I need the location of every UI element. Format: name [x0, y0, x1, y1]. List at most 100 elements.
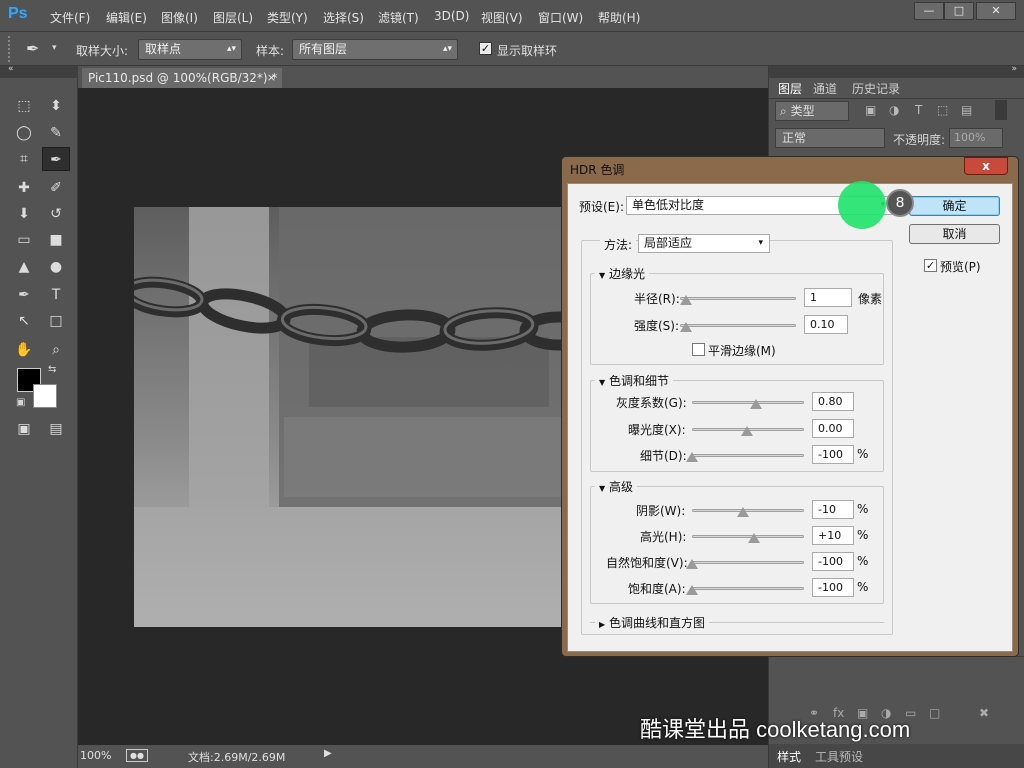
menu-layer[interactable]: 图层(L)	[213, 9, 253, 26]
menu-image[interactable]: 图像(I)	[161, 9, 198, 26]
new-layer-icon[interactable]: □	[929, 706, 940, 720]
sample-size-select[interactable]: 取样点 ▴▾	[138, 39, 242, 60]
smooth-edges-checkbox[interactable]	[692, 343, 705, 356]
rectangle-icon[interactable]: □	[42, 309, 70, 333]
crop-icon[interactable]: ⌗	[10, 147, 38, 171]
expand-icon[interactable]: »	[1011, 64, 1017, 74]
tab-styles[interactable]: 样式	[777, 748, 801, 765]
strength-slider[interactable]	[680, 324, 796, 327]
sample-select[interactable]: 所有图层 ▴▾	[292, 39, 458, 60]
brush-icon[interactable]: ✐	[42, 176, 70, 200]
status-menu-arrow-icon[interactable]: ▶	[324, 748, 332, 759]
healing-brush-icon[interactable]: ✚	[10, 176, 38, 200]
eyedropper-tool-icon[interactable]: ✒	[42, 147, 70, 171]
screen-mode-icon[interactable]: ▤	[42, 417, 70, 441]
ok-button[interactable]: 确定	[909, 196, 1000, 216]
window-close-button[interactable]: ✕	[976, 2, 1016, 20]
gamma-input[interactable]: 0.80	[812, 392, 854, 411]
menu-select[interactable]: 选择(S)	[323, 9, 364, 26]
exposure-input[interactable]: 0.00	[812, 419, 854, 438]
grip-handle[interactable]	[8, 36, 20, 62]
dialog-titlebar[interactable]: HDR 色调	[562, 157, 1018, 183]
dodge-icon[interactable]: ●	[42, 255, 70, 279]
eraser-icon[interactable]: ▭	[10, 228, 38, 252]
gradient-icon[interactable]: ■	[42, 228, 70, 252]
blur-icon[interactable]: ▲	[10, 255, 38, 279]
collapse-icon[interactable]: «	[8, 64, 14, 74]
dialog-close-button[interactable]: x	[964, 157, 1008, 175]
saturation-slider[interactable]	[692, 587, 804, 590]
background-color-swatch[interactable]	[33, 384, 57, 408]
menu-type[interactable]: 类型(Y)	[267, 9, 308, 26]
gamma-slider[interactable]	[692, 401, 804, 404]
edge-glow-title[interactable]: ▼ 边缘光	[595, 265, 649, 282]
clone-stamp-icon[interactable]: ⬇	[10, 202, 38, 226]
maximize-button[interactable]: □	[944, 2, 974, 20]
swap-colors-icon[interactable]: ⇆	[48, 364, 56, 375]
exposure-slider-thumb[interactable]	[741, 426, 753, 436]
filter-smart-object-icon[interactable]: ▤	[961, 103, 972, 117]
blend-mode-select[interactable]: 正常	[775, 128, 885, 148]
filter-toggle-icon[interactable]	[995, 100, 1007, 120]
opacity-input[interactable]: 100%	[949, 128, 1003, 148]
detail-slider-thumb[interactable]	[686, 452, 698, 462]
menu-3d[interactable]: 3D(D)	[434, 9, 469, 23]
marquee-icon[interactable]: ⬚	[10, 94, 38, 118]
highlight-input[interactable]: +10	[812, 526, 854, 545]
radius-slider[interactable]	[680, 297, 796, 300]
menu-file[interactable]: 文件(F)	[50, 9, 90, 26]
tab-channels[interactable]: 通道	[813, 80, 837, 98]
vibrance-input[interactable]: -100	[812, 552, 854, 571]
tab-history[interactable]: 历史记录	[852, 80, 900, 98]
eyedropper-icon[interactable]: ✒	[26, 39, 39, 58]
layer-filter-select[interactable]: ⌕ 类型	[775, 101, 849, 121]
delete-layer-icon[interactable]: ✖	[979, 706, 989, 720]
radius-input[interactable]: 1	[804, 288, 852, 307]
vibrance-slider[interactable]	[692, 561, 804, 564]
radius-slider-thumb[interactable]	[680, 295, 692, 305]
menu-help[interactable]: 帮助(H)	[598, 9, 640, 26]
tab-close-icon[interactable]: ×	[267, 68, 276, 88]
highlight-slider-thumb[interactable]	[748, 533, 760, 543]
filter-pixel-icon[interactable]: ▣	[865, 103, 876, 117]
path-select-icon[interactable]: ↖	[10, 309, 38, 333]
type-icon[interactable]: T	[42, 283, 70, 307]
shadow-slider-thumb[interactable]	[737, 507, 749, 517]
cancel-button[interactable]: 取消	[909, 224, 1000, 244]
filter-shape-icon[interactable]: ⬚	[937, 103, 948, 117]
filter-adjustment-icon[interactable]: ◑	[889, 103, 899, 117]
curve-section-title[interactable]: ▶ 色调曲线和直方图	[595, 614, 709, 631]
detail-slider[interactable]	[692, 454, 804, 457]
gamma-slider-thumb[interactable]	[750, 399, 762, 409]
preview-checkbox[interactable]: ✓	[924, 259, 937, 272]
shadow-input[interactable]: -10	[812, 500, 854, 519]
advanced-title[interactable]: ▼ 高级	[595, 478, 637, 495]
menu-filter[interactable]: 滤镜(T)	[378, 9, 419, 26]
zoom-level[interactable]: 100%	[80, 749, 111, 762]
move-icon[interactable]: ⬍	[42, 94, 70, 118]
tab-tool-presets[interactable]: 工具预设	[815, 748, 863, 765]
tool-preset-chevron-icon[interactable]: ▾	[52, 43, 57, 53]
minimize-button[interactable]: —	[914, 2, 944, 20]
document-tab[interactable]: Pic110.psd @ 100%(RGB/32*) * ×	[82, 68, 282, 88]
saturation-slider-thumb[interactable]	[686, 585, 698, 595]
menu-window[interactable]: 窗口(W)	[538, 9, 583, 26]
tone-detail-title[interactable]: ▼ 色调和细节	[595, 372, 673, 389]
filter-type-icon[interactable]: T	[915, 103, 922, 117]
menu-view[interactable]: 视图(V)	[481, 9, 523, 26]
method-select[interactable]: 局部适应 ▾	[638, 234, 770, 253]
hand-icon[interactable]: ✋	[10, 338, 38, 362]
pen-icon[interactable]: ✒	[10, 283, 38, 307]
menu-edit[interactable]: 编辑(E)	[106, 9, 147, 26]
tab-layers[interactable]: 图层	[775, 80, 806, 98]
quick-mask-icon[interactable]: ▣	[10, 417, 38, 441]
strength-slider-thumb[interactable]	[680, 322, 692, 332]
lasso-icon[interactable]: ◯	[10, 121, 38, 145]
detail-input[interactable]: -100	[812, 445, 854, 464]
history-brush-icon[interactable]: ↺	[42, 202, 70, 226]
show-ring-checkbox[interactable]: ✓	[479, 42, 492, 55]
default-colors-icon[interactable]: ▣	[16, 397, 25, 408]
status-options-icon[interactable]: ●●	[126, 749, 148, 762]
quick-select-icon[interactable]: ✎	[42, 121, 70, 145]
saturation-input[interactable]: -100	[812, 578, 854, 597]
